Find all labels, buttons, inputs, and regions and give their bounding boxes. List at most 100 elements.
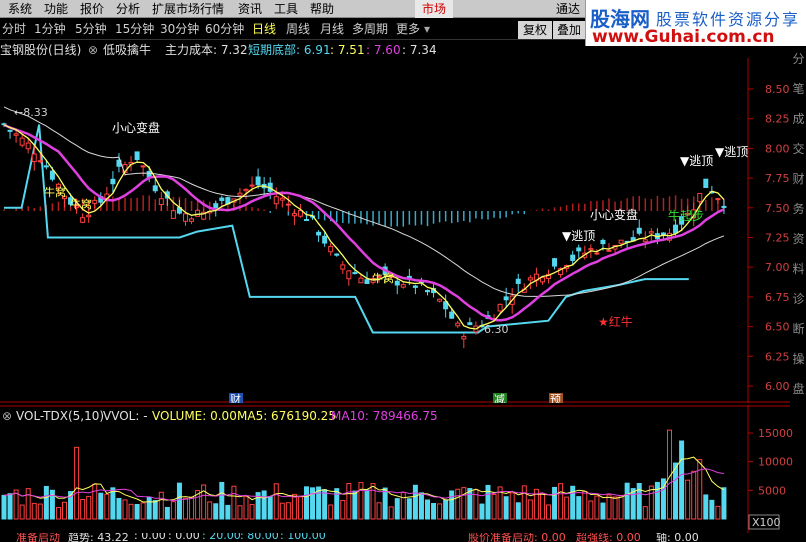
careful-label-1: 小心变盘 — [112, 120, 160, 135]
more-dropdown-icon[interactable]: ▾ — [424, 21, 430, 37]
volume-bar — [558, 483, 564, 520]
menu-extended-market[interactable]: 扩展市场行情 — [152, 1, 224, 17]
volume-bar — [158, 491, 164, 520]
volume-bar — [721, 487, 727, 520]
volume-bar — [328, 504, 334, 520]
volume-bar — [521, 485, 527, 520]
restore-rights-button[interactable]: 复权 — [518, 21, 552, 39]
candle-body — [715, 198, 721, 201]
volume-bar — [207, 501, 213, 520]
volume-tick-label: 10000 — [758, 456, 793, 469]
volume-bar — [564, 496, 570, 520]
candle-body — [461, 335, 467, 340]
candle-body — [606, 249, 612, 252]
volume-bar — [140, 502, 146, 520]
volume-bar — [697, 459, 703, 520]
volume-bar — [431, 503, 437, 520]
sidebar-tab-char[interactable]: 资 — [791, 230, 806, 247]
price-chart[interactable]: 8.50 8.25 8.00 7.75 7.50 7.25 7.00 6.75 6.50 6.25… — [0, 58, 806, 403]
volume-bar — [636, 482, 642, 520]
period-weekly[interactable]: 周线 — [286, 21, 310, 37]
menu-quote[interactable]: 报价 — [80, 1, 104, 17]
candle-body — [515, 278, 521, 284]
candle-body — [503, 296, 509, 301]
candle-body — [703, 178, 709, 188]
price-chart-panel[interactable]: 8.50 8.25 8.00 7.75 7.50 7.25 7.00 6.75 6.50 6.25… — [0, 58, 806, 403]
indicator-name[interactable]: 低吸擒牛 — [103, 41, 151, 59]
period-60min[interactable]: 60分钟 — [205, 21, 244, 37]
volume-bar — [189, 496, 195, 520]
volume-bar — [648, 485, 654, 520]
candle-body — [527, 277, 533, 281]
candle-body — [249, 184, 255, 187]
volume-bar — [449, 490, 455, 520]
sidebar-tab-char[interactable]: 分 — [791, 50, 806, 67]
sidebar-tab-char[interactable]: 交 — [791, 140, 806, 157]
price-tick-label: 8.00 — [765, 142, 790, 155]
period-5min[interactable]: 5分钟 — [75, 21, 107, 37]
sidebar-tab-char[interactable]: 笔 — [791, 80, 806, 97]
period-daily[interactable]: 日线 — [252, 21, 276, 37]
volume-bar — [134, 503, 140, 520]
menu-function[interactable]: 功能 — [44, 1, 68, 17]
candle-body — [394, 280, 400, 286]
period-tick[interactable]: 分时 — [2, 21, 26, 37]
candle-body — [673, 224, 679, 234]
candle-body — [49, 170, 55, 180]
sidebar-tab-char[interactable]: 盘 — [791, 380, 806, 397]
volume-chart-panel[interactable]: 15000 10000 5000 X100 — [0, 405, 806, 533]
volume-bar — [273, 483, 279, 520]
low-price-label: 6.30 — [484, 323, 509, 336]
volume-bar — [62, 501, 67, 520]
escape-top-label-2: ▼逃顶 — [680, 154, 713, 168]
period-monthly[interactable]: 月线 — [320, 21, 344, 37]
volume-bar — [503, 496, 509, 520]
volume-bar — [673, 462, 679, 520]
sidebar-tab-char[interactable]: 财 — [791, 170, 806, 187]
candle-body — [328, 245, 334, 253]
volume-bar — [80, 499, 86, 520]
sidebar-tab-char[interactable]: 诊 — [791, 290, 806, 307]
candle-body — [304, 219, 309, 222]
candle-body — [618, 239, 624, 244]
candle-body — [322, 235, 328, 244]
candle-body — [539, 277, 545, 283]
volume-bar — [43, 485, 49, 520]
period-15min[interactable]: 15分钟 — [115, 21, 154, 37]
bottom-v2: : 0.00 — [168, 533, 200, 542]
volume-bar — [618, 494, 624, 520]
stock-title[interactable]: 宝钢股份(日线) — [0, 41, 81, 59]
volume-bar — [31, 502, 37, 520]
sidebar-tab-char[interactable]: 务 — [791, 200, 806, 217]
volume-bar — [322, 489, 328, 520]
candle-body — [25, 142, 31, 150]
menu-tools[interactable]: 工具 — [274, 1, 298, 17]
price-tick-label: 6.25 — [765, 350, 790, 363]
sidebar-tab-char[interactable]: 料 — [791, 260, 806, 277]
red-niu-label: ★红牛 — [598, 314, 633, 329]
volume-bar — [152, 500, 158, 520]
menu-tongda[interactable]: 通达 — [556, 1, 580, 17]
candle-body — [243, 188, 249, 192]
volume-chart[interactable]: 15000 10000 5000 X100 — [0, 405, 806, 533]
sidebar-tab-char[interactable]: 成 — [791, 110, 806, 127]
overlay-button[interactable]: 叠加 — [553, 21, 585, 39]
sidebar-tab-char[interactable]: 断 — [791, 320, 806, 337]
period-1min[interactable]: 1分钟 — [34, 21, 66, 37]
volume-bar — [479, 503, 485, 520]
menu-help[interactable]: 帮助 — [310, 1, 334, 17]
period-more[interactable]: 更多 — [396, 21, 420, 37]
volume-bar — [418, 492, 424, 520]
volume-tick-label: 5000 — [758, 484, 786, 497]
period-multi[interactable]: 多周期 — [352, 21, 388, 37]
menu-news[interactable]: 资讯 — [238, 1, 262, 17]
indicator-circle-icon[interactable]: ⊗ — [88, 41, 98, 59]
market-tab[interactable]: 市场 — [415, 0, 453, 18]
period-30min[interactable]: 30分钟 — [160, 21, 199, 37]
menu-system[interactable]: 系统 — [8, 1, 32, 17]
menu-analysis[interactable]: 分析 — [116, 1, 140, 17]
sidebar-tab-char[interactable]: 操 — [791, 350, 806, 367]
volume-bar — [527, 499, 533, 520]
volume-unit-label: X100 — [752, 516, 781, 529]
volume-bar — [19, 504, 25, 520]
